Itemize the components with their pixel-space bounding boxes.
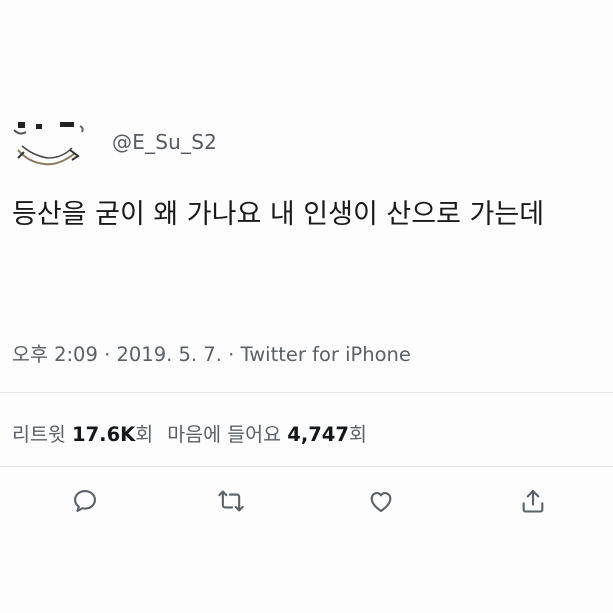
like-icon [370,492,392,512]
share-button[interactable] [516,484,550,518]
like-button[interactable] [364,484,398,518]
tweet-page: @E_Su_S2 등산을 굳이 왜 가나요 내 인생이 산으로 가는데 오후 2… [0,0,613,613]
retweet-icon [218,490,244,512]
likes-count: 4,747 [287,423,349,446]
likes-label: 마음에 들어요 [167,423,282,446]
likes-stat[interactable]: 마음에 들어요 4,747회 [167,423,367,446]
tweet-header: @E_Su_S2 [8,112,217,172]
retweets-suffix: 회 [135,423,154,446]
retweets-label: 리트윗 [12,423,66,446]
tweet-meta: 오후 2:09 · 2019. 5. 7. · Twitter for iPho… [12,338,411,367]
likes-suffix: 회 [348,423,367,446]
meta-separator: · [221,343,241,366]
retweets-count: 17.6K [72,423,136,446]
share-icon [522,490,544,513]
meta-separator: · [97,343,117,366]
avatar[interactable] [8,114,88,170]
retweet-button[interactable] [214,484,248,518]
retweets-stat[interactable]: 리트윗 17.6K회 [12,423,153,446]
tweet-date[interactable]: 2019. 5. 7. [116,343,221,366]
divider [0,392,613,393]
tweet-time[interactable]: 오후 2:09 [12,343,98,366]
avatar-drawing-icon [13,122,84,166]
user-handle[interactable]: @E_Su_S2 [112,130,217,154]
reply-button[interactable] [68,484,102,518]
divider [0,466,613,467]
tweet-stats: 리트윗 17.6K회 마음에 들어요 4,747회 [12,418,367,447]
tweet-source[interactable]: Twitter for iPhone [241,343,411,366]
tweet-text: 등산을 굳이 왜 가나요 내 인생이 산으로 가는데 [12,199,545,230]
reply-icon [74,490,96,512]
